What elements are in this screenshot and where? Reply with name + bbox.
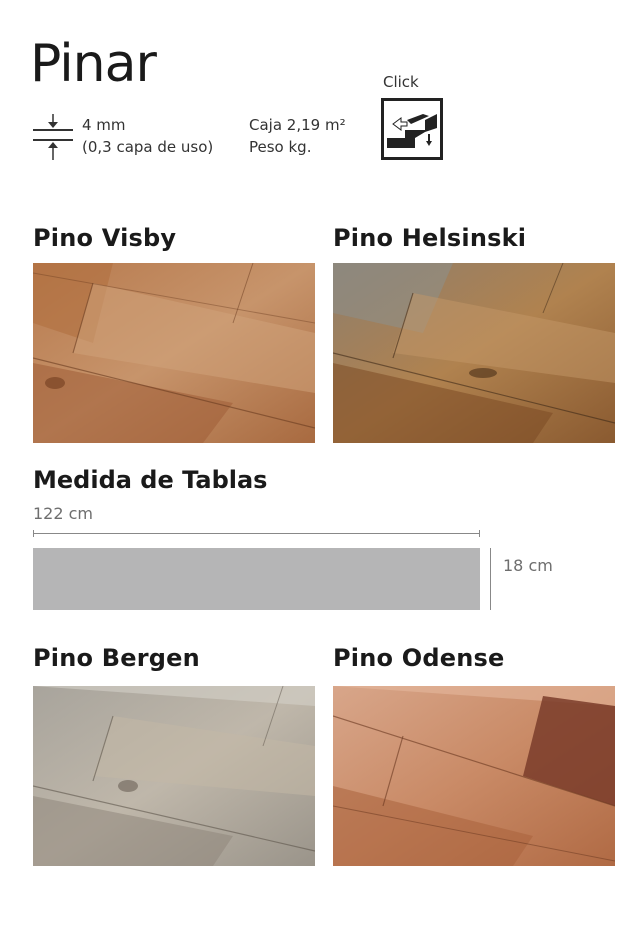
plank-length-dimension-line [33, 530, 480, 537]
product-swatch-visby [33, 263, 315, 443]
click-label: Click [383, 73, 419, 91]
wear-layer-value: (0,3 capa de uso) [82, 138, 214, 156]
product-title-bergen: Pino Bergen [33, 644, 200, 672]
product-title-helsinski: Pino Helsinski [333, 224, 527, 252]
product-swatch-helsinski [333, 263, 615, 443]
plank-shape [33, 548, 480, 610]
weight-value: Peso kg. [249, 138, 312, 156]
product-swatch-odense [333, 686, 615, 866]
product-title-odense: Pino Odense [333, 644, 505, 672]
plank-width-dimension-line [490, 548, 491, 610]
thickness-value: 4 mm [82, 116, 126, 134]
plank-length-label: 122 cm [33, 504, 94, 523]
box-value: Caja 2,19 m² [249, 116, 346, 134]
plank-width-label: 18 cm [503, 556, 553, 575]
product-title-visby: Pino Visby [33, 224, 177, 252]
product-swatch-bergen [33, 686, 315, 866]
box-spec: Caja 2,19 m² Peso kg. [249, 114, 346, 158]
plank-size-title: Medida de Tablas [33, 466, 268, 494]
click-system-icon [381, 98, 443, 160]
thickness-icon [33, 114, 73, 160]
thickness-spec: 4 mm (0,3 capa de uso) [82, 114, 213, 158]
page-title: Pinar [30, 34, 157, 94]
